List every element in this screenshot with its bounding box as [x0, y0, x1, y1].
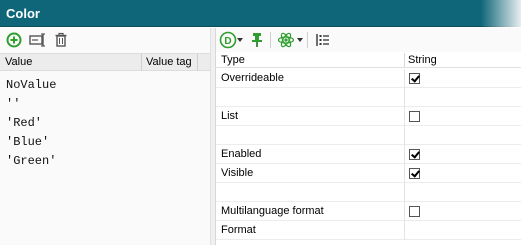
property-row-empty [216, 183, 521, 202]
property-label: Enabled [221, 148, 262, 160]
cell-divider [404, 221, 405, 240]
pin-icon[interactable] [248, 31, 266, 49]
list-checkbox[interactable] [409, 111, 420, 122]
enabled-checkbox[interactable] [409, 149, 420, 160]
list-item[interactable]: 'Red' [6, 114, 42, 133]
values-panel: Value Value tag NoValue '' 'Red' 'Blue' … [0, 28, 210, 245]
visible-checkbox[interactable] [409, 168, 420, 179]
column-header-string[interactable]: String [408, 54, 437, 66]
properties-panel: D Type String Overrideable List Enabled … [216, 28, 521, 245]
property-label: Format [221, 224, 256, 236]
column-divider[interactable] [197, 54, 198, 71]
overrideable-checkbox[interactable] [409, 73, 420, 84]
cell-divider [404, 107, 405, 126]
window-titlebar: Color [0, 0, 521, 27]
list-view-icon[interactable] [314, 31, 332, 49]
titlebar-shade [481, 0, 521, 27]
properties-header: Type String [216, 53, 521, 68]
property-row-enabled: Enabled [216, 145, 521, 164]
add-icon[interactable] [5, 31, 23, 49]
property-label: Multilanguage format [221, 205, 324, 217]
cell-divider [404, 126, 405, 145]
window-title: Color [6, 6, 40, 21]
column-divider[interactable] [404, 53, 405, 68]
values-toolbar [0, 28, 210, 52]
chevron-down-icon[interactable] [297, 38, 303, 42]
list-item[interactable]: NoValue [6, 76, 56, 95]
column-header-value[interactable]: Value [5, 56, 32, 68]
property-row-empty [216, 126, 521, 145]
cell-divider [404, 202, 405, 221]
property-row-overrideable: Overrideable [216, 69, 521, 88]
property-label: Overrideable [221, 72, 284, 84]
data-type-icon[interactable]: D [219, 31, 237, 49]
rename-field-icon[interactable] [29, 31, 47, 49]
property-row-list: List [216, 107, 521, 126]
multilanguage-format-checkbox[interactable] [409, 206, 420, 217]
property-label: Visible [221, 167, 254, 179]
column-header-value-tag[interactable]: Value tag [146, 56, 192, 68]
cell-divider [404, 164, 405, 183]
cell-divider [404, 88, 405, 107]
properties-toolbar: D [216, 28, 521, 52]
list-item[interactable]: 'Blue' [6, 133, 49, 152]
list-item[interactable]: '' [6, 95, 20, 114]
toolbar-separator [270, 32, 271, 48]
list-item[interactable]: 'Green' [6, 152, 56, 171]
chevron-down-icon[interactable] [237, 38, 243, 42]
property-label: List [221, 110, 239, 122]
property-row-format: Format [216, 221, 521, 240]
cell-divider [404, 183, 405, 202]
data-type-letter: D [224, 36, 231, 47]
values-header: Value Value tag [0, 53, 210, 71]
column-header-type[interactable]: Type [221, 54, 245, 66]
delete-icon[interactable] [52, 31, 70, 49]
toolbar-separator [307, 32, 308, 48]
property-row-multilanguage-format: Multilanguage format [216, 202, 521, 221]
property-row-visible: Visible [216, 164, 521, 183]
cell-divider [404, 145, 405, 164]
cell-divider [404, 69, 405, 88]
atom-icon[interactable] [277, 31, 295, 49]
property-row-empty [216, 88, 521, 107]
column-divider[interactable] [141, 54, 142, 71]
